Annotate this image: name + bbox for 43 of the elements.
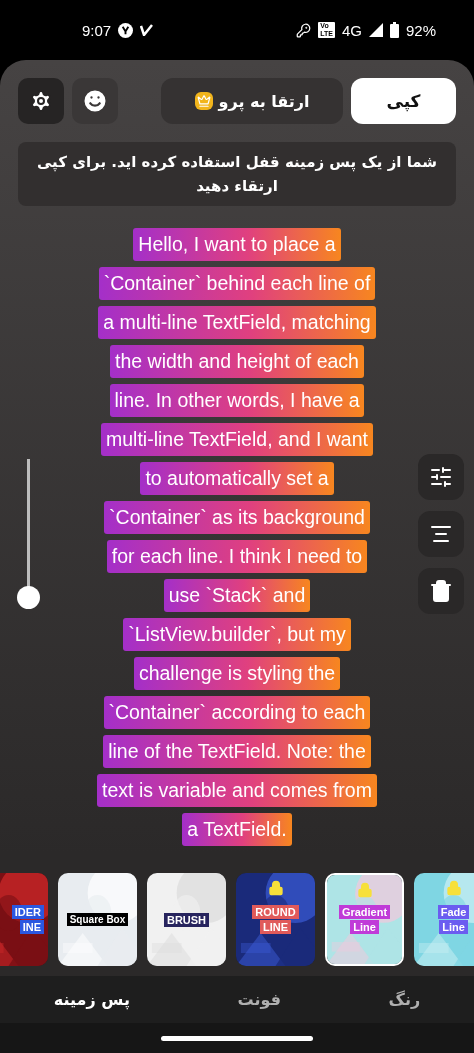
style-thumbnail[interactable]: Gradient Line: [325, 873, 404, 966]
slider-thumb[interactable]: [16, 585, 40, 609]
adjust-button[interactable]: [418, 453, 464, 500]
upgrade-notice: شما از یک پس زمینه قفل استفاده کرده اید. برای کپی ارتقاء دهید: [18, 142, 456, 206]
style-label: Line: [439, 920, 468, 934]
delete-button[interactable]: [418, 567, 464, 614]
home-indicator[interactable]: [161, 1035, 313, 1041]
style-label: ROUND: [252, 905, 299, 919]
style-thumbnail[interactable]: Fade Line: [414, 873, 474, 966]
trash-icon: [429, 578, 453, 603]
style-label: INE: [19, 920, 44, 934]
style-thumbnail[interactable]: Square Box: [58, 873, 137, 966]
upgrade-button[interactable]: ارتقا به پرو: [161, 78, 343, 124]
check-icon: [140, 24, 155, 36]
bottom-tab[interactable]: فونت: [227, 990, 291, 1009]
bottom-tab[interactable]: رنگ: [378, 990, 431, 1009]
status-time: 9:07: [82, 21, 112, 39]
sliders-icon: [429, 464, 453, 489]
style-label: LINE: [259, 920, 292, 934]
lock-icon: [267, 880, 284, 896]
style-label: IDER: [11, 905, 44, 919]
signal-icon: [368, 23, 383, 37]
bottom-tab[interactable]: پس زمینه: [43, 990, 140, 1009]
battery-percent: 92%: [405, 21, 436, 39]
style-thumbnail[interactable]: ROUND LINE: [236, 873, 315, 966]
lock-icon: [445, 880, 462, 896]
crown-icon: [196, 94, 211, 108]
network-type: 4G: [341, 21, 362, 39]
style-label: Fade: [437, 905, 470, 919]
style-label: Line: [350, 920, 379, 934]
style-label: Square Box: [66, 913, 129, 926]
style-thumbnail[interactable]: IDER INE: [0, 873, 48, 966]
style-thumbnail[interactable]: BRUSH: [147, 873, 226, 966]
style-label: Gradient: [338, 905, 391, 919]
emoji-button[interactable]: [72, 78, 118, 124]
lock-icon: [356, 882, 373, 898]
notification-icon: [118, 22, 134, 38]
battery-icon: [389, 22, 399, 38]
copy-button[interactable]: کپی: [351, 78, 456, 124]
smiley-icon: [81, 87, 109, 115]
key-icon: [296, 22, 312, 38]
settings-button[interactable]: [18, 78, 64, 124]
align-center-button[interactable]: [418, 510, 464, 557]
